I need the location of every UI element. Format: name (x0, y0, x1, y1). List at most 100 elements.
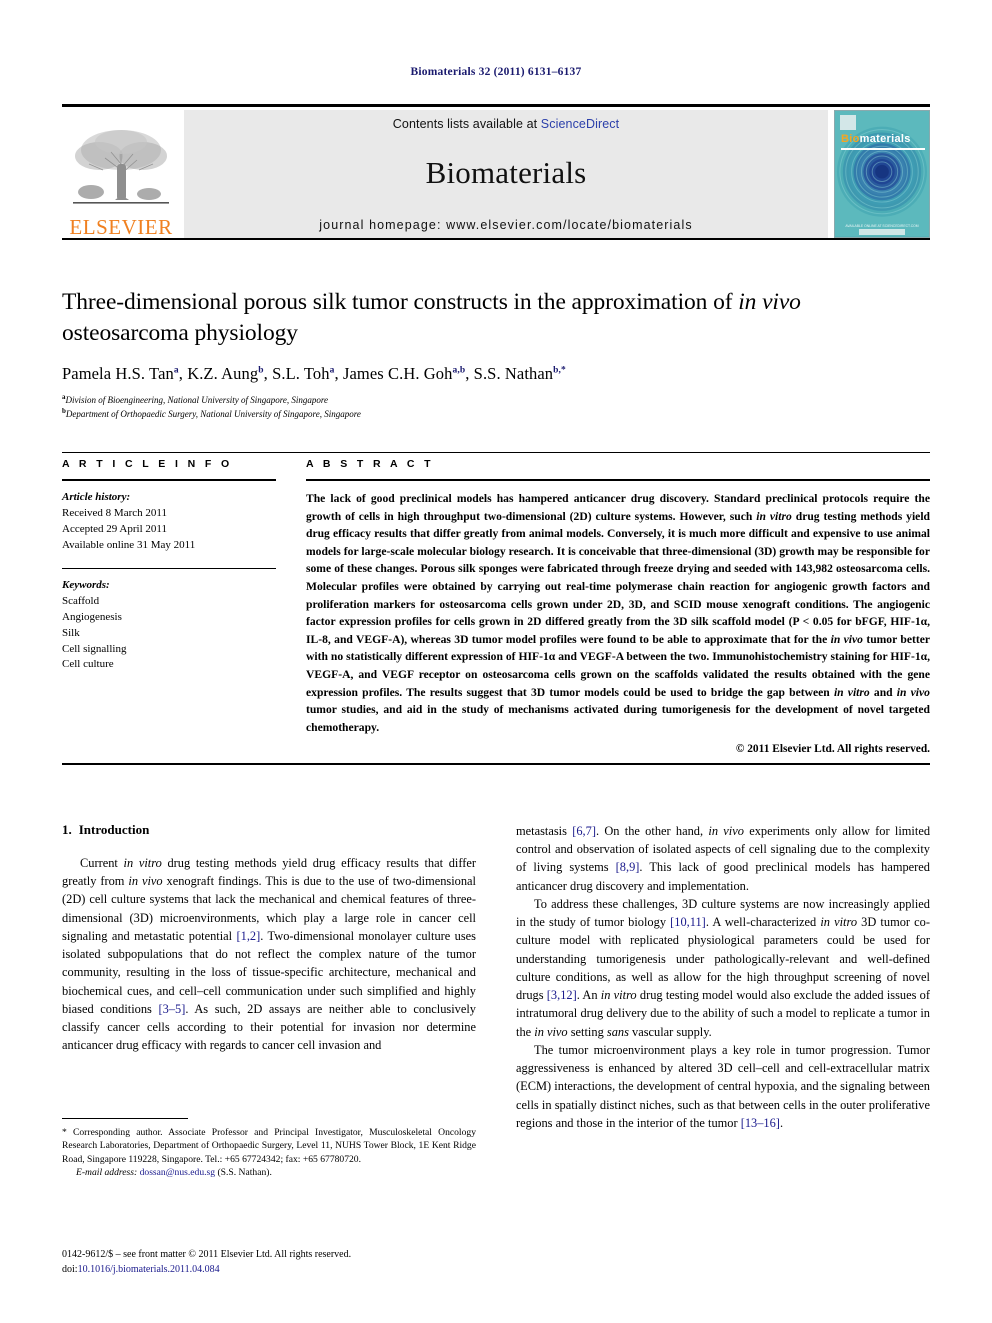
journal-band: Contents lists available at ScienceDirec… (184, 110, 828, 238)
author-list: Pamela H.S. Tana, K.Z. Aungb, S.L. Toha,… (62, 364, 566, 384)
cover-title-materials: materials (859, 133, 911, 145)
author-name: S.L. Toh (272, 364, 330, 384)
intro-paragraph-2: To address these challenges, 3D culture … (516, 895, 930, 1041)
author-affil-marker: a (329, 365, 335, 376)
p-seg: . A well-characterized (705, 915, 821, 930)
abstract-copyright: © 2011 Elsevier Ltd. All rights reserved… (735, 742, 930, 755)
section-number: 1. (62, 822, 72, 837)
cover-journal-title: Biomaterials (841, 133, 911, 145)
abstract-italic: in vivo (896, 685, 930, 699)
p-seg: Current (80, 856, 124, 870)
doi-link[interactable]: 10.1016/j.biomaterials.2011.04.084 (78, 1264, 220, 1275)
footnote-rule (62, 1118, 188, 1119)
intro-paragraph-1: Current in vitro drug testing methods yi… (62, 854, 476, 1055)
cover-publisher-mark (840, 115, 856, 130)
p-seg: setting (567, 1024, 607, 1039)
p-italic: in vitro (600, 988, 637, 1003)
p-italic: sans (606, 1024, 629, 1039)
keywords-group: Keywords: Scaffold Angiogenesis Silk Cel… (62, 578, 276, 674)
elsevier-wordmark: ELSEVIER (69, 215, 173, 239)
cover-title-bio: Bio (841, 133, 860, 145)
masthead-bottom-rule (62, 238, 930, 240)
affiliation-list: aDivision of Bioengineering, National Un… (62, 393, 930, 421)
p-seg: metastasis (516, 824, 573, 838)
abstract-seg: tumor studies, and aid in the study of m… (306, 703, 930, 734)
footnote-block: * Corresponding author. Associate Profes… (62, 1118, 476, 1180)
p-seg: The tumor microenvironment plays a key r… (516, 1042, 930, 1130)
article-history-item: Available online 31 May 2011 (62, 538, 196, 551)
journal-article-page: Biomaterials 32 (2011) 6131–6137 ELSEVIE… (0, 0, 992, 1323)
article-title-italic: in vivo (738, 289, 801, 315)
body-columns: 1. Introduction Current in vitro drug tes… (62, 822, 930, 1132)
citation-ref[interactable]: [10,11] (670, 915, 706, 929)
issn-doi-block: 0142-9612/$ – see front matter © 2011 El… (62, 1248, 476, 1277)
citation-ref[interactable]: [3,12] (547, 988, 577, 1002)
journal-title: Biomaterials (425, 155, 587, 190)
author-affil-marker: b,* (553, 365, 566, 376)
elsevier-logo: ELSEVIER (62, 110, 180, 238)
citation-ref[interactable]: [3–5] (159, 1002, 186, 1016)
email-link[interactable]: dossan@nus.edu.sg (140, 1167, 215, 1178)
info-abstract-top-rule (62, 452, 930, 453)
keyword-item: Scaffold (62, 594, 100, 607)
author-affil-marker: a,b (452, 365, 466, 376)
cover-divider (841, 148, 925, 150)
intro-paragraph-1-cont: metastasis [6,7]. On the other hand, in … (516, 822, 930, 895)
body-column-right: metastasis [6,7]. On the other hand, in … (516, 822, 930, 1132)
affiliation-text: Division of Bioengineering, National Uni… (65, 395, 329, 406)
email-label: E-mail address: (76, 1167, 138, 1179)
author-name: S.S. Nathan (473, 364, 554, 384)
abstract-seg: drug testing methods yield drug efficacy… (306, 509, 931, 646)
abstract-heading-rule (306, 479, 930, 481)
p-seg: . On the other hand, (595, 824, 709, 838)
abstract-text: The lack of good preclinical models has … (306, 490, 930, 737)
intro-paragraph-3: The tumor microenvironment plays a key r… (516, 1041, 930, 1132)
info-abstract-bottom-rule (62, 762, 930, 765)
running-head: Biomaterials 32 (2011) 6131–6137 (410, 66, 582, 78)
article-info-column: A R T I C L E I N F O Article history: R… (62, 458, 306, 755)
sciencedirect-link[interactable]: ScienceDirect (541, 117, 619, 131)
section-title-introduction: 1. Introduction (62, 822, 476, 838)
p-italic: in vitro (820, 915, 858, 930)
article-title: Three-dimensional porous silk tumor cons… (62, 289, 801, 346)
p-seg: . An (576, 988, 601, 1003)
email-owner: (S.S. Nathan). (217, 1167, 272, 1179)
article-info-heading: A R T I C L E I N F O (62, 458, 233, 470)
issn-line: 0142-9612/$ – see front matter © 2011 El… (62, 1249, 352, 1260)
citation-ref[interactable]: [6,7] (572, 824, 596, 838)
corresponding-author-note: * Corresponding author. Associate Profes… (62, 1127, 476, 1165)
article-history-item: Received 8 March 2011 (62, 506, 167, 519)
p-seg: . (779, 1115, 784, 1130)
author-name: K.Z. Aung (187, 364, 259, 384)
abstract-heading: A B S T R A C T (306, 458, 434, 470)
article-info-heading-rule (62, 479, 276, 481)
citation-ref[interactable]: [13–16] (741, 1116, 780, 1130)
contents-prefix: Contents lists available at (392, 117, 541, 131)
author-affil-marker: a (173, 365, 179, 376)
p-italic: in vitro (123, 856, 162, 870)
author-name: Pamela H.S. Tan (62, 364, 174, 384)
keyword-item: Cell culture (62, 658, 114, 671)
citation-ref[interactable]: [1,2] (237, 929, 261, 943)
journal-cover-thumbnail[interactable]: Biomaterials AVAILABLE ONLINE AT SCIENCE… (834, 110, 930, 238)
journal-homepage-link[interactable]: journal homepage: www.elsevier.com/locat… (319, 218, 692, 232)
abstract-seg: and (869, 685, 897, 699)
author-name: James C.H. Goh (342, 364, 453, 384)
article-history-label: Article history: (62, 491, 131, 503)
email-note: E-mail address: dossan@nus.edu.sg (S.S. … (62, 1166, 476, 1179)
citation-ref[interactable]: [8,9] (616, 860, 640, 874)
keyword-item: Angiogenesis (62, 610, 122, 623)
affiliation-text: Department of Orthopaedic Surgery, Natio… (65, 408, 361, 419)
affiliation-item: bDepartment of Orthopaedic Surgery, Nati… (62, 407, 930, 421)
cover-footer-text: AVAILABLE ONLINE AT SCIENCEDIRECT.COM (845, 224, 919, 228)
p-italic: in vivo (534, 1024, 568, 1039)
article-history-item: Accepted 29 April 2011 (62, 522, 167, 535)
masthead-top-rule (62, 104, 930, 107)
affiliation-item: aDivision of Bioengineering, National Un… (62, 393, 930, 407)
section-label: Introduction (78, 822, 150, 837)
p-italic: in vivo (708, 824, 744, 838)
article-info-divider (62, 567, 276, 569)
keywords-label: Keywords: (62, 578, 110, 591)
journal-masthead: ELSEVIER Contents lists available at Sci… (62, 104, 930, 240)
abstract-italic: in vivo (830, 632, 863, 646)
